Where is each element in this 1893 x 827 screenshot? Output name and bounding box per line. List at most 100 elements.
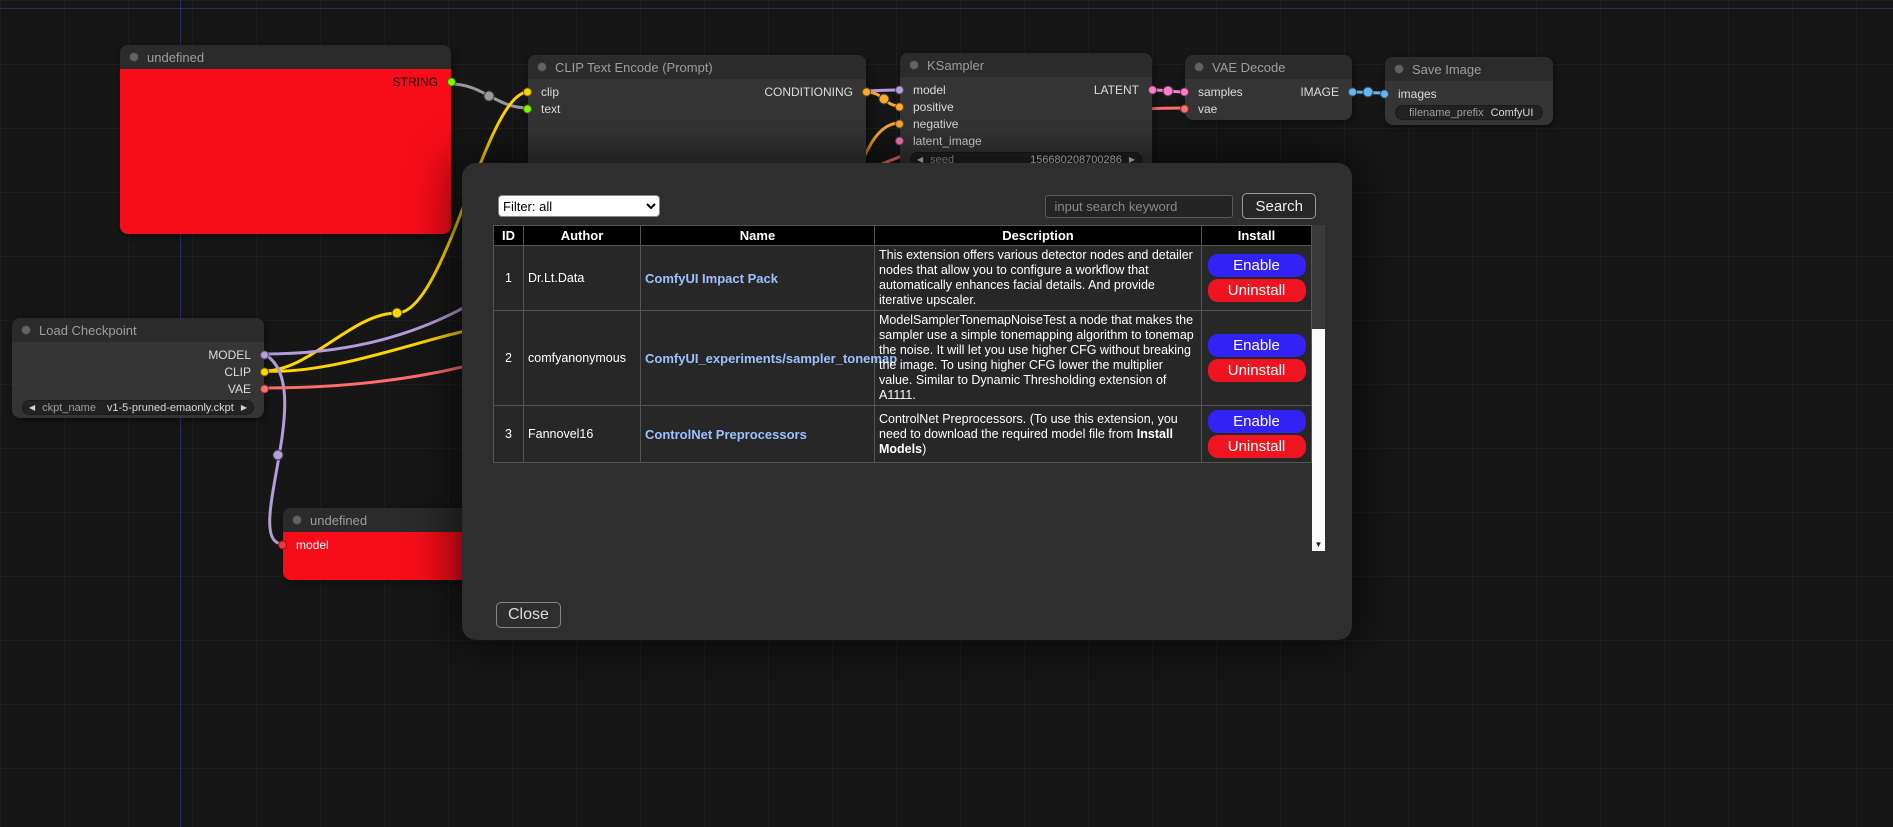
scroll-down-icon[interactable]: ▼ [1312, 538, 1325, 551]
cell-description: ControlNet Preprocessors. (To use this e… [875, 406, 1202, 463]
output-label-image: IMAGE [1300, 85, 1339, 99]
search-input[interactable] [1045, 195, 1233, 218]
scrollbar-thumb[interactable] [1312, 225, 1325, 329]
filter-select[interactable]: Filter: all [498, 195, 660, 217]
extension-link[interactable]: ComfyUI_experiments/sampler_tonemap [645, 351, 897, 366]
collapse-dot-icon[interactable] [909, 60, 919, 70]
cell-author: comfyanonymous [524, 311, 641, 406]
table-row: 3 Fannovel16 ControlNet Preprocessors Co… [494, 406, 1312, 463]
enable-button[interactable]: Enable [1208, 254, 1306, 277]
slot-row: model LATENT [900, 81, 1152, 98]
text-input-port[interactable] [523, 104, 532, 113]
table-row: 2 comfyanonymous ComfyUI_experiments/sam… [494, 311, 1312, 406]
output-label-string: STRING [393, 75, 438, 89]
model-input-port[interactable] [278, 540, 287, 549]
negative-input-port[interactable] [895, 119, 904, 128]
input-label-text: text [541, 102, 560, 116]
node-undefined-top[interactable]: undefined STRING [120, 45, 451, 234]
positive-input-port[interactable] [895, 102, 904, 111]
slot-row: samples IMAGE [1185, 83, 1352, 100]
close-button[interactable]: Close [496, 602, 561, 628]
node-title-bar[interactable]: VAE Decode [1185, 55, 1352, 79]
node-title-bar[interactable]: CLIP Text Encode (Prompt) [528, 55, 866, 79]
slot-row: vae [1185, 100, 1352, 117]
clip-input-port[interactable] [523, 87, 532, 96]
model-input-port[interactable] [895, 85, 904, 94]
collapse-dot-icon[interactable] [292, 515, 302, 525]
slot-row: STRING [120, 73, 451, 90]
cell-name: ControlNet Preprocessors [641, 406, 875, 463]
extensions-table: ID Author Name Description Install 1 Dr.… [493, 225, 1312, 463]
node-title-bar[interactable]: Load Checkpoint [12, 318, 264, 342]
conditioning-output-port[interactable] [862, 87, 871, 96]
ckpt-name-widget[interactable]: ◀ ckpt_name v1-5-pruned-emaonly.ckpt ▶ [22, 400, 254, 415]
collapse-dot-icon[interactable] [1394, 64, 1404, 74]
wire-dot [484, 91, 494, 101]
node-title: undefined [147, 50, 204, 65]
input-label-latent-image: latent_image [913, 134, 982, 148]
slot-row: CLIP [12, 363, 264, 380]
collapse-dot-icon[interactable] [21, 325, 31, 335]
uninstall-button[interactable]: Uninstall [1208, 279, 1306, 302]
node-title-bar[interactable]: Save Image [1385, 57, 1553, 81]
wire-model-to-undefined [264, 354, 285, 544]
node-title: VAE Decode [1212, 60, 1285, 75]
collapse-dot-icon[interactable] [129, 52, 139, 62]
images-input-port[interactable] [1380, 89, 1389, 98]
samples-input-port[interactable] [1180, 87, 1189, 96]
node-title-bar[interactable]: KSampler [900, 53, 1152, 77]
image-output-port[interactable] [1348, 87, 1357, 96]
string-output-port[interactable] [447, 77, 456, 86]
node-save-image[interactable]: Save Image images filename_prefix ComfyU… [1385, 57, 1553, 125]
filename-prefix-widget[interactable]: filename_prefix ComfyUI [1395, 105, 1543, 120]
input-label-model: model [296, 538, 329, 552]
extension-link[interactable]: ControlNet Preprocessors [645, 427, 807, 442]
node-body: images filename_prefix ComfyUI [1385, 81, 1553, 126]
ckpt-name-label: ckpt_name [42, 402, 96, 414]
cell-id: 1 [494, 246, 524, 311]
wire-dot [879, 94, 889, 104]
node-vae-decode[interactable]: VAE Decode samples IMAGE vae [1185, 55, 1352, 120]
enable-button[interactable]: Enable [1208, 410, 1306, 433]
filename-prefix-value: ComfyUI [1491, 107, 1534, 119]
dialog-toolbar: Filter: all Search [498, 193, 1316, 219]
node-graph-canvas[interactable]: undefined STRING CLIP Text Encode (Promp… [0, 0, 1893, 827]
model-output-port[interactable] [260, 350, 269, 359]
node-title: KSampler [927, 58, 984, 73]
wire-dot [273, 450, 283, 460]
node-title-bar[interactable]: undefined [120, 45, 451, 69]
extensions-table-wrap: ID Author Name Description Install 1 Dr.… [493, 225, 1324, 551]
node-title: undefined [310, 513, 367, 528]
extension-link[interactable]: ComfyUI Impact Pack [645, 271, 778, 286]
output-label-conditioning: CONDITIONING [764, 85, 853, 99]
node-title: Save Image [1412, 62, 1481, 77]
input-label-samples: samples [1198, 85, 1243, 99]
vae-output-port[interactable] [260, 384, 269, 393]
uninstall-button[interactable]: Uninstall [1208, 435, 1306, 458]
uninstall-button[interactable]: Uninstall [1208, 359, 1306, 382]
output-label-clip: CLIP [224, 365, 251, 379]
clip-output-port[interactable] [260, 367, 269, 376]
scrollbar[interactable]: ▼ [1312, 225, 1325, 551]
latent-image-input-port[interactable] [895, 136, 904, 145]
input-label-clip: clip [541, 85, 559, 99]
input-label-negative: negative [913, 117, 958, 131]
prev-arrow-icon[interactable]: ◀ [29, 404, 35, 412]
enable-button[interactable]: Enable [1208, 334, 1306, 357]
node-body: MODEL CLIP VAE ◀ ckpt_name v1-5-pruned-e… [12, 342, 264, 421]
slot-row: negative [900, 115, 1152, 132]
output-label-model: MODEL [208, 348, 251, 362]
wire-string-to-text [451, 84, 528, 108]
next-arrow-icon[interactable]: ▶ [241, 404, 247, 412]
filename-prefix-label: filename_prefix [1409, 107, 1484, 119]
output-label-latent: LATENT [1094, 83, 1139, 97]
collapse-dot-icon[interactable] [537, 62, 547, 72]
slot-row: latent_image [900, 132, 1152, 149]
vae-input-port[interactable] [1180, 104, 1189, 113]
node-body-error: STRING [120, 69, 451, 234]
cell-install: Enable Uninstall [1202, 406, 1312, 463]
search-button[interactable]: Search [1242, 193, 1316, 219]
collapse-dot-icon[interactable] [1194, 62, 1204, 72]
latent-output-port[interactable] [1148, 85, 1157, 94]
node-load-checkpoint[interactable]: Load Checkpoint MODEL CLIP VAE ◀ ckpt_na… [12, 318, 264, 418]
